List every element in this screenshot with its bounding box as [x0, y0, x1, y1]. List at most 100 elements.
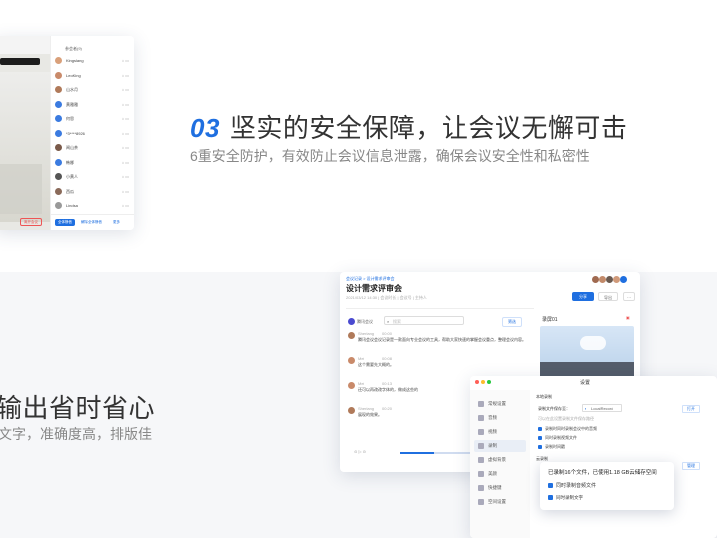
- record-option[interactable]: 录制时间戳: [538, 444, 565, 450]
- path-hint: 可以在此设置录制文件保存路径: [538, 416, 594, 421]
- participant-row[interactable]: 何思 ⌂ ▭: [51, 112, 134, 125]
- feature-title-partial: 输出省时省心: [0, 393, 156, 423]
- meeting-meta: 2021/03/12 14:30 | 会议时长 | 会议号 | 主持人: [346, 295, 427, 300]
- menu-item-icon: [478, 443, 484, 449]
- mic-camera-icon[interactable]: ⌂ ▭: [122, 58, 129, 63]
- message-time: 00:08: [382, 356, 393, 361]
- more-button[interactable]: 更多: [113, 220, 120, 225]
- popup-option-text[interactable]: 同时录制文字: [548, 495, 583, 501]
- mic-camera-icon[interactable]: ⌂ ▭: [122, 73, 129, 78]
- participant-row[interactable]: 西瓜 ⌂ ▭: [51, 185, 134, 198]
- feature-subtitle-partial: 文字，准确度高，排版佳: [0, 426, 152, 442]
- participant-row[interactable]: LeoKing ⌂ ▭: [51, 69, 134, 82]
- settings-menu-item[interactable]: 快捷键: [474, 482, 526, 494]
- participant-name: Lindsa: [66, 203, 78, 208]
- mic-camera-icon[interactable]: ⌂ ▭: [122, 131, 129, 136]
- participant-name: 小黄人: [66, 174, 78, 179]
- menu-item-label: 虚拟背景: [488, 457, 506, 462]
- checkbox-checked-icon[interactable]: [538, 435, 542, 440]
- mic-camera-icon[interactable]: ⌂ ▭: [122, 116, 129, 121]
- settings-menu-item[interactable]: 美颜: [474, 468, 526, 480]
- record-option[interactable]: 同时录制视频文件: [538, 435, 577, 441]
- cloud-record-popup: 已录制16个文件，已使用1.18 GB云储存空间 同时录制音频文件 同时录制文字: [540, 462, 674, 510]
- participant-avatars: [592, 276, 638, 286]
- participant-row[interactable]: 韩娜 ⌂ ▭: [51, 156, 134, 169]
- close-window-icon[interactable]: [475, 380, 479, 384]
- settings-menu-item[interactable]: 空间设置: [474, 496, 526, 508]
- mic-camera-icon[interactable]: ⌂ ▭: [122, 145, 129, 150]
- participant-row[interactable]: Lindsa ⌂ ▭: [51, 199, 134, 212]
- delete-icon[interactable]: ▣: [626, 315, 630, 320]
- filter-button[interactable]: 筛选: [502, 317, 522, 327]
- search-input[interactable]: ⌕ 搜索: [384, 316, 464, 325]
- mic-camera-icon[interactable]: ⌂ ▭: [122, 189, 129, 194]
- checkbox-checked-icon[interactable]: [548, 495, 553, 501]
- minimize-window-icon[interactable]: [481, 380, 485, 384]
- settings-menu-item[interactable]: 常规设置: [474, 398, 526, 410]
- avatar: [592, 276, 599, 283]
- path-select[interactable]: ▪ LocalRecord: [582, 404, 622, 412]
- participant-row[interactable]: 闻山茶 ⌂ ▭: [51, 141, 134, 154]
- settings-menu-item[interactable]: 虚拟背景: [474, 454, 526, 466]
- participant-row[interactable]: 山水月 ⌂ ▭: [51, 83, 134, 96]
- participant-name: Kingslang: [66, 58, 84, 63]
- checkbox-checked-icon[interactable]: [548, 483, 553, 489]
- settings-menu-item[interactable]: 视频: [474, 426, 526, 438]
- share-button[interactable]: 分享: [572, 292, 594, 301]
- settings-menu: 常规设置音频视频录制虚拟背景美颜快捷键空间设置: [470, 390, 530, 538]
- participant-name: 何思: [66, 116, 74, 121]
- zoom-window-icon[interactable]: [487, 380, 491, 384]
- participant-row[interactable]: 小黄人 ⌂ ▭: [51, 170, 134, 183]
- mic-camera-icon[interactable]: ⌂ ▭: [122, 203, 129, 208]
- feature-number: 03: [190, 113, 220, 143]
- avatar: [613, 276, 620, 283]
- menu-item-icon: [478, 485, 484, 491]
- mute-all-button[interactable]: 全体静音: [55, 219, 75, 226]
- participant-row[interactable]: 黄雅雅 ⌂ ▭: [51, 98, 134, 111]
- popup-option-audio[interactable]: 同时录制音频文件: [548, 482, 596, 489]
- cloud-manage-button[interactable]: 管理: [682, 462, 700, 470]
- chat-label: 腾讯会议: [357, 319, 373, 324]
- speaker-name: Mei: [358, 356, 365, 361]
- menu-item-label: 美颜: [488, 471, 497, 476]
- participant-name: LeoKing: [66, 72, 81, 78]
- record-option[interactable]: 录制时同时录制会议中的音频: [538, 426, 597, 432]
- menu-item-label: 常规设置: [488, 401, 506, 406]
- menu-item-label: 空间设置: [488, 499, 506, 504]
- open-folder-button[interactable]: 打开: [682, 405, 700, 413]
- participant-name: 韩娜: [66, 159, 74, 165]
- video-thumbnail[interactable]: [540, 326, 634, 378]
- message-time: 00:20: [382, 406, 393, 411]
- progress-fill: [400, 452, 434, 454]
- checkbox-checked-icon[interactable]: [538, 426, 542, 431]
- avatar: [599, 276, 606, 283]
- mic-camera-icon[interactable]: ⌂ ▭: [122, 160, 129, 165]
- participants-panel: 参会者(9) Kingslang ⌂ ▭ LeoKing ⌂ ▭ 山水月 ⌂ ▭ 黄雅雅 ⌂ …: [50, 36, 134, 230]
- avatar: [55, 187, 62, 195]
- mic-camera-icon[interactable]: ⌂ ▭: [122, 102, 129, 107]
- breadcrumb[interactable]: 会议记录 > 设计需求评审会: [346, 276, 395, 282]
- more-options-button[interactable]: ···: [623, 292, 635, 301]
- unmute-all-button[interactable]: 解除全体静音: [81, 220, 102, 225]
- participant-row[interactable]: Kingslang ⌂ ▭: [51, 54, 134, 67]
- avatar: [606, 276, 613, 283]
- menu-item-icon: [478, 457, 484, 463]
- app-logo-icon: [348, 318, 355, 325]
- participant-name: *3****8926: [66, 130, 85, 136]
- avatar: [55, 100, 62, 108]
- settings-menu-item[interactable]: 录制: [474, 440, 526, 452]
- mic-camera-icon[interactable]: ⌂ ▭: [122, 87, 129, 92]
- export-button[interactable]: 导出: [598, 292, 618, 301]
- participant-name: 山水月: [66, 87, 78, 92]
- speaker-name: Mei: [358, 381, 365, 386]
- menu-item-icon: [478, 401, 484, 407]
- participant-row[interactable]: *3****8926 ⌂ ▭: [51, 127, 134, 140]
- avatar: [55, 202, 62, 209]
- mic-camera-icon[interactable]: ⌂ ▭: [122, 174, 129, 179]
- settings-menu-item[interactable]: 音频: [474, 412, 526, 424]
- leave-button[interactable]: 离开会议: [20, 218, 42, 226]
- option-label: 录制时间戳: [545, 444, 565, 449]
- checkbox-checked-icon[interactable]: [538, 444, 542, 449]
- play-icon[interactable]: ⊙ ▷ ⊙: [354, 449, 366, 454]
- participant-name: 闻山茶: [66, 145, 78, 150]
